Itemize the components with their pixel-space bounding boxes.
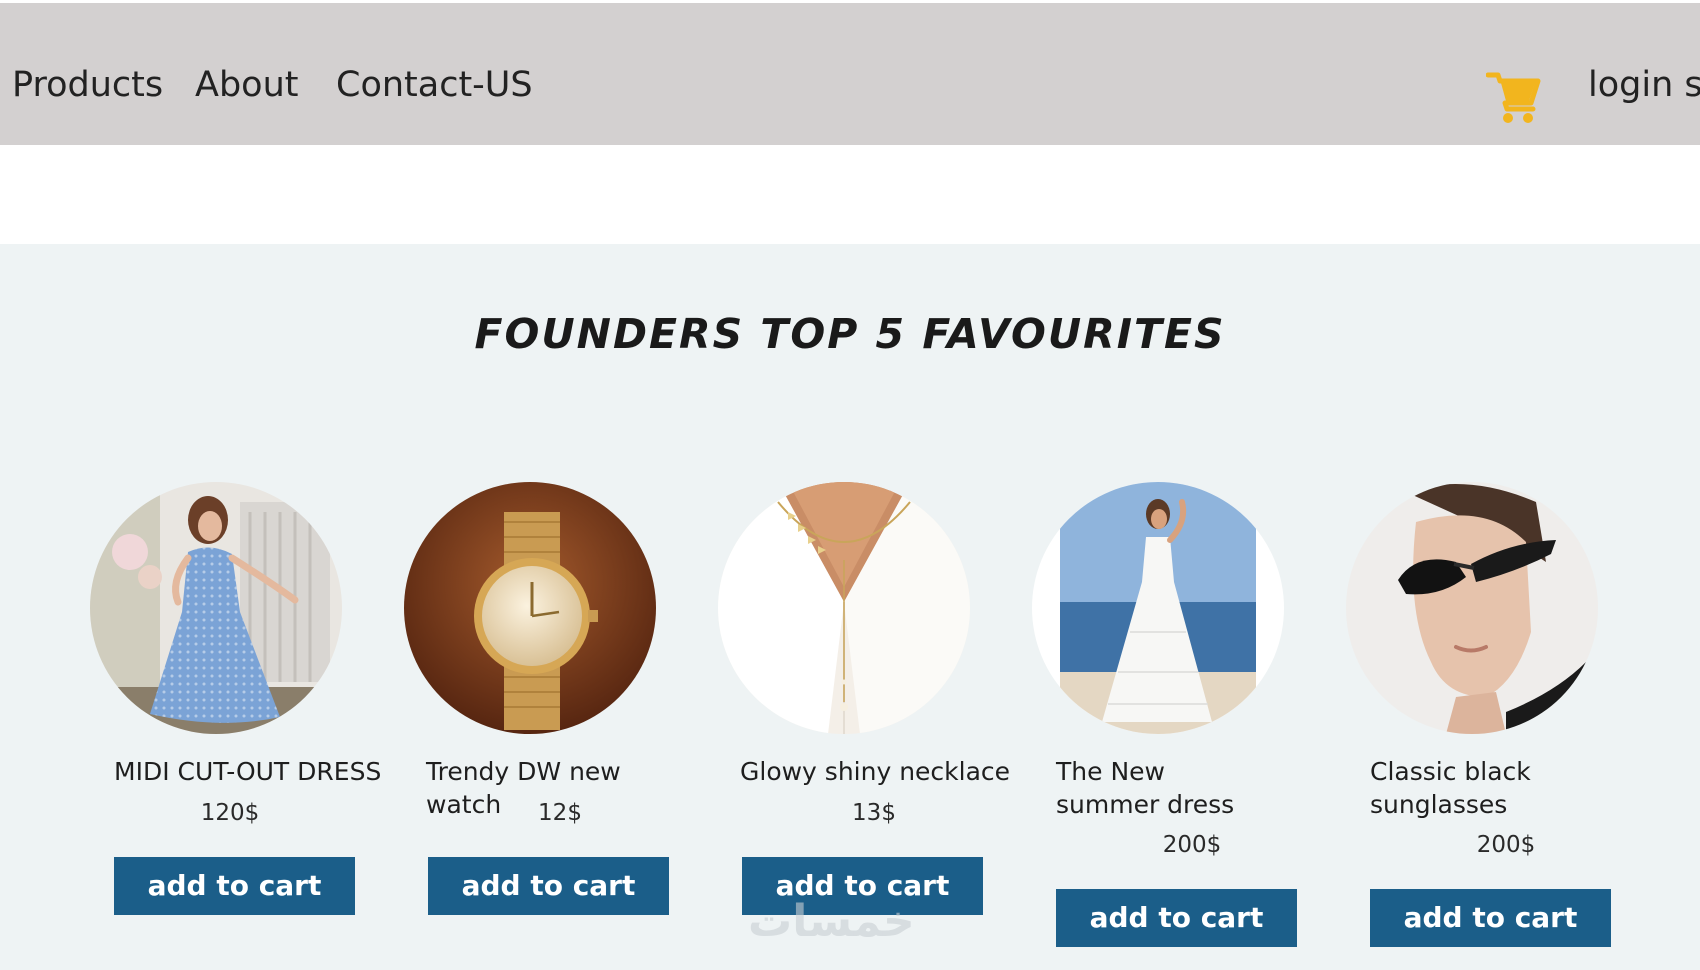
watch-photo-icon: [404, 482, 656, 734]
dress-photo-icon: [90, 482, 342, 734]
product-image-watch[interactable]: [404, 482, 656, 734]
product-name: MIDI CUT-OUT DRESS: [114, 757, 382, 786]
sunglasses-photo-icon: [1346, 482, 1598, 734]
login-link[interactable]: login si: [1588, 65, 1700, 105]
product-name: Glowy shiny necklace: [740, 757, 1011, 786]
add-to-cart-button[interactable]: add to cart: [1370, 889, 1611, 947]
necklace-photo-icon: [718, 482, 970, 734]
product-price: 12$: [538, 800, 582, 826]
product-price: 200$: [1476, 832, 1536, 858]
add-to-cart-button[interactable]: add to cart: [428, 857, 669, 915]
product-price: 120$: [200, 800, 260, 826]
product-name: The New summer dress: [1056, 757, 1235, 819]
product-image-midi-dress[interactable]: [90, 482, 342, 734]
add-to-cart-button[interactable]: add to cart: [114, 857, 355, 915]
add-to-cart-button[interactable]: add to cart: [1056, 889, 1297, 947]
section-title: FOUNDERS TOP 5 FAVOURITES: [474, 310, 1226, 358]
nav-link-products[interactable]: Products: [12, 65, 163, 105]
product-price: 13$: [852, 800, 896, 826]
watermark: خمسات: [748, 896, 915, 947]
product-image-sunglasses[interactable]: [1346, 482, 1598, 734]
nav-link-contact-us[interactable]: Contact-US: [336, 65, 533, 105]
product-price: 200$: [1162, 832, 1222, 858]
nav-link-about[interactable]: About: [195, 65, 298, 105]
beach-dress-photo-icon: [1032, 482, 1284, 734]
product-name: Classic black sunglasses: [1370, 757, 1531, 819]
shopping-cart-icon[interactable]: [1486, 71, 1542, 127]
product-image-summer-dress[interactable]: [1032, 482, 1284, 734]
product-image-necklace[interactable]: [718, 482, 970, 734]
top-navigation-bar: Products About Contact-US login si: [0, 3, 1700, 145]
